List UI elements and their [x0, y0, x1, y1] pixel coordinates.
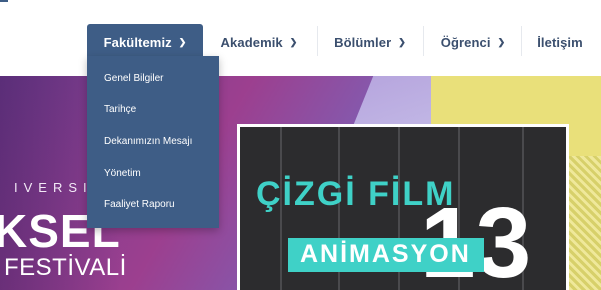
nav-item-label: Öğrenci — [440, 34, 491, 50]
hero-stripes — [565, 156, 601, 290]
fakultemiz-dropdown-menu: Genel Bilgiler Tarihçe Dekanımızın Mesaj… — [87, 56, 219, 228]
nav-item-iletisim[interactable]: İletişim — [530, 24, 590, 60]
nav-item-fakultemiz[interactable]: Fakültemiz ❯ — [87, 24, 203, 60]
chevron-down-icon: ❯ — [497, 36, 506, 47]
top-accent — [0, 0, 8, 2]
festival-poster[interactable]: 13 ÇİZGİ FİLM ANİMASYON — [237, 124, 569, 290]
nav-separator — [521, 26, 522, 56]
nav-item-label: Bölümler — [334, 34, 392, 50]
chevron-down-icon: ❯ — [398, 36, 406, 47]
dropdown-item-tarihce[interactable]: Tarihçe — [104, 104, 136, 115]
nav-item-ogrenci[interactable]: Öğrenci ❯ — [432, 24, 514, 60]
poster-subtitle: ANİMASYON — [300, 240, 471, 268]
poster-artwork: 13 ÇİZGİ FİLM ANİMASYON — [240, 127, 566, 290]
dropdown-item-faaliyet-raporu[interactable]: Faaliyet Raporu — [104, 199, 175, 210]
nav-item-bolumler[interactable]: Bölümler ❯ — [325, 24, 415, 60]
dropdown-item-dekanin-mesaji[interactable]: Dekanımızın Mesajı — [104, 136, 192, 147]
chevron-down-icon: ❯ — [289, 36, 298, 47]
dropdown-item-yonetim[interactable]: Yönetim — [104, 168, 141, 179]
nav-item-label: Fakültemiz — [103, 34, 172, 50]
nav-separator — [317, 26, 318, 56]
nav-separator — [423, 26, 424, 56]
poster-title: ÇİZGİ FİLM — [256, 175, 456, 213]
nav-item-label: İletişim — [537, 34, 583, 50]
event-subtitle: FESTİVALİ — [4, 254, 127, 281]
nav-item-label: Akademik — [220, 34, 283, 50]
dropdown-item-genel-bilgiler[interactable]: Genel Bilgiler — [104, 73, 163, 84]
chevron-down-icon: ❯ — [178, 36, 187, 47]
nav-item-akademik[interactable]: Akademik ❯ — [212, 24, 306, 60]
